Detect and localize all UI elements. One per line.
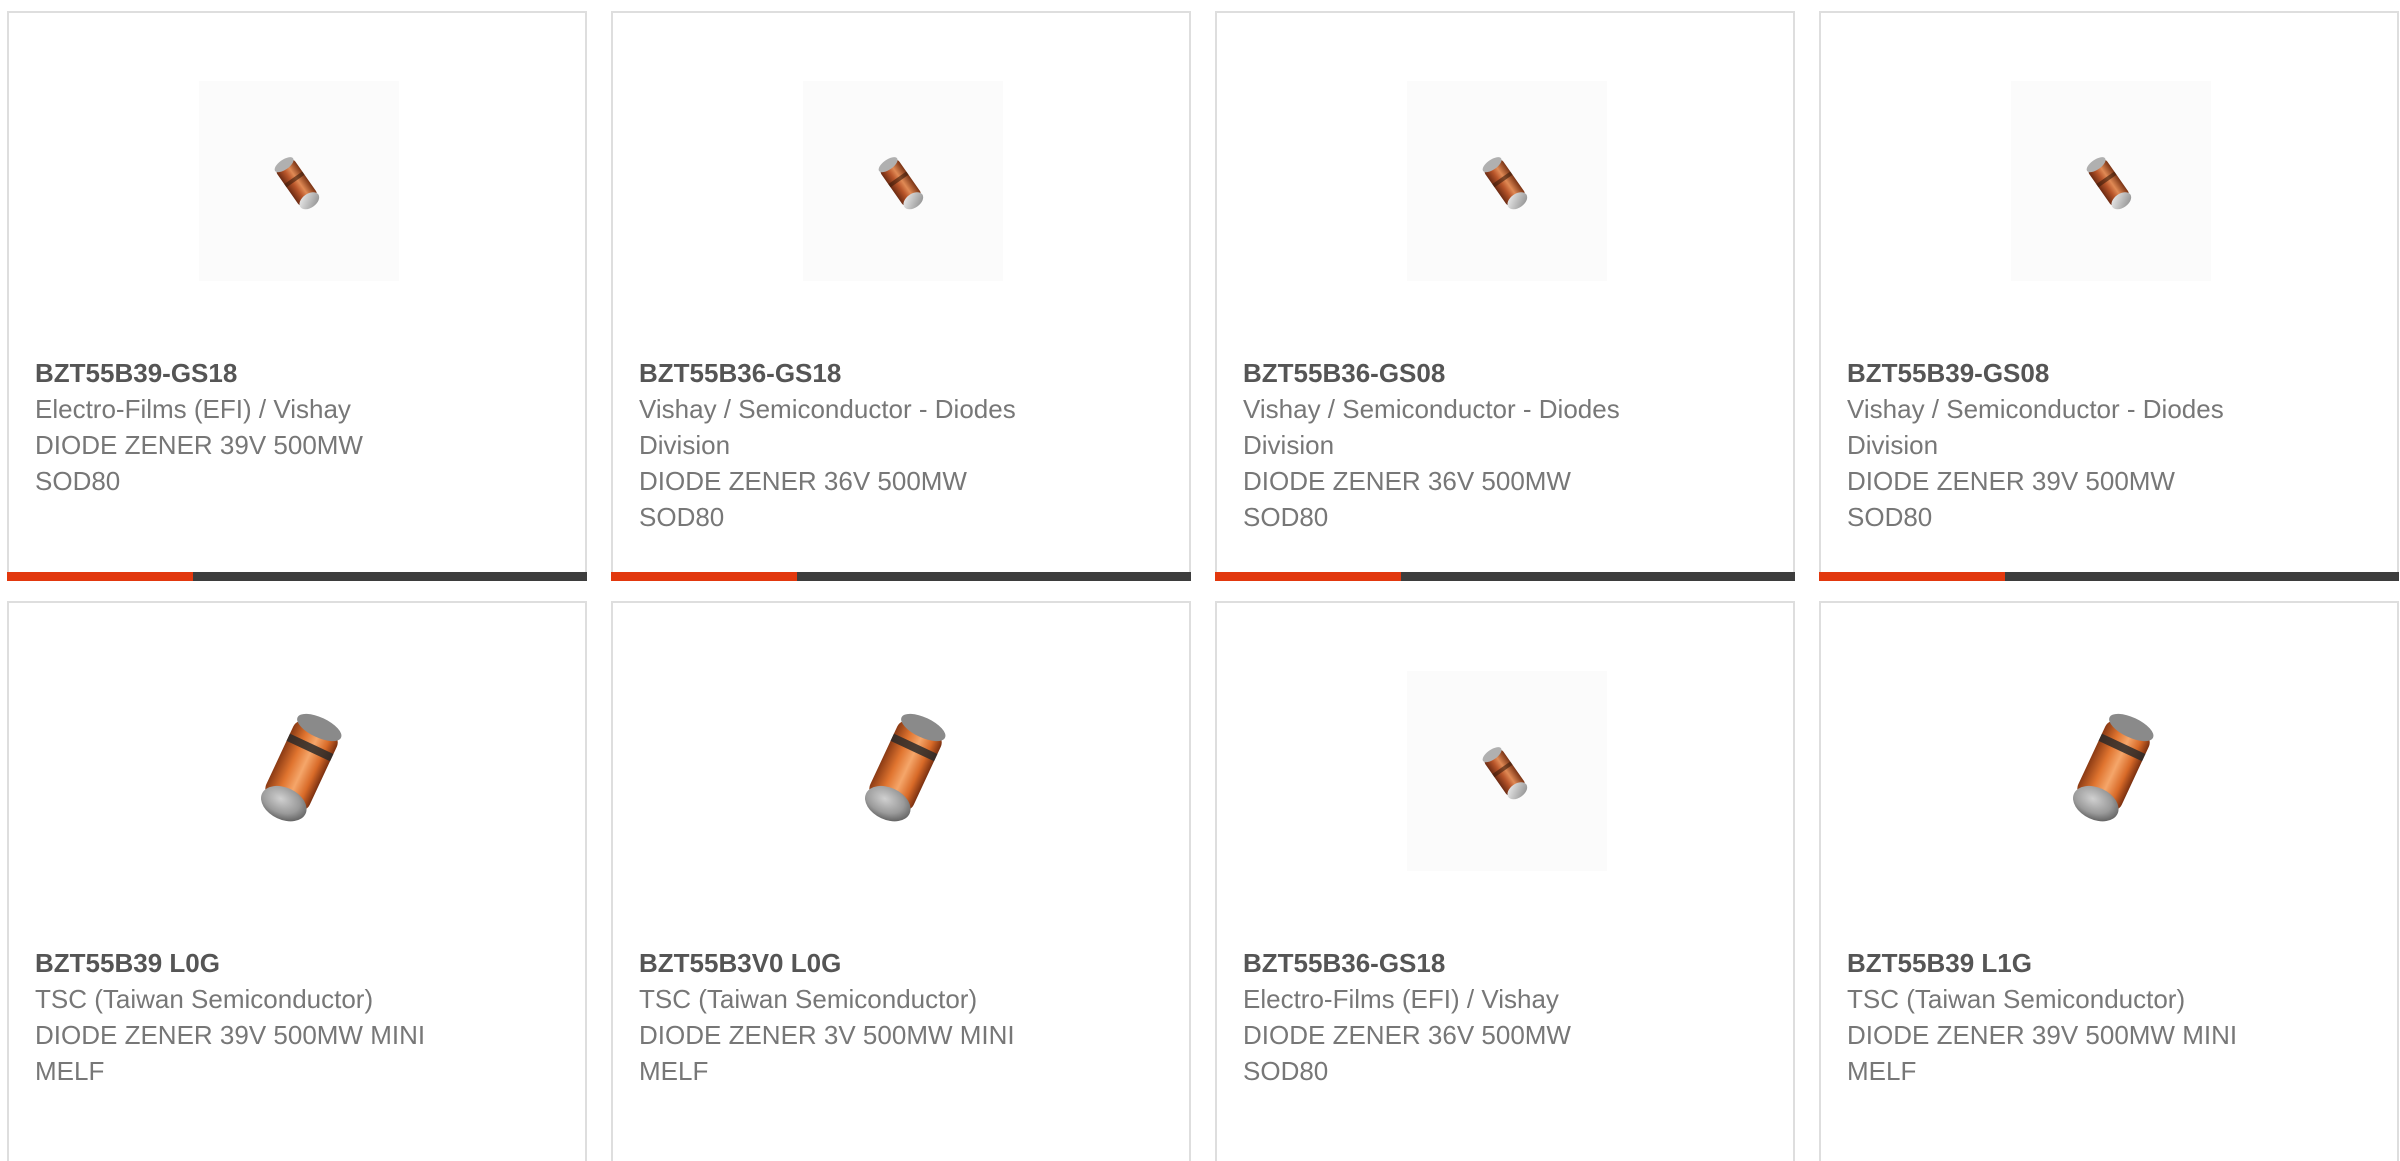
product-grid: BZT55B39-GS18 Electro-Films (EFI) / Vish… <box>0 0 2400 1161</box>
sod80-diode-icon <box>2086 157 2132 210</box>
manufacturer: Electro-Films (EFI) / Vishay <box>1243 984 1559 1014</box>
progress-fill <box>7 572 193 581</box>
sod80-diode-icon <box>1482 747 1528 800</box>
manufacturer: Vishay / Semiconductor - Diodes Division <box>1847 394 2224 460</box>
description: DIODE ZENER 39V 500MW MINI MELF <box>1847 1020 2238 1086</box>
manufacturer: TSC (Taiwan Semiconductor) <box>1847 984 2186 1014</box>
package: SOD80 <box>35 466 121 496</box>
manufacturer: TSC (Taiwan Semiconductor) <box>639 984 978 1014</box>
description: DIODE ZENER 39V 500MW <box>1847 466 2175 496</box>
product-card[interactable]: BZT55B36-GS08 Vishay / Semiconductor - D… <box>1215 11 1795 581</box>
description: DIODE ZENER 39V 500MW <box>35 430 363 460</box>
product-card[interactable]: BZT55B3V0 L0G TSC (Taiwan Semiconductor)… <box>611 601 1191 1161</box>
sod80-diode-icon <box>274 157 320 210</box>
part-number[interactable]: BZT55B36-GS18 <box>1243 945 1663 981</box>
product-image[interactable] <box>199 81 399 281</box>
part-number[interactable]: BZT55B3V0 L0G <box>639 945 1059 981</box>
product-image[interactable] <box>1407 81 1607 281</box>
part-number[interactable]: BZT55B39 L1G <box>1847 945 2267 981</box>
manufacturer: Electro-Films (EFI) / Vishay <box>35 394 351 424</box>
product-card[interactable]: BZT55B36-GS18 Vishay / Semiconductor - D… <box>611 11 1191 581</box>
product-card[interactable]: BZT55B36-GS18 Electro-Films (EFI) / Vish… <box>1215 601 1795 1161</box>
product-image[interactable] <box>2011 671 2211 871</box>
product-image[interactable] <box>1407 671 1607 871</box>
product-image[interactable] <box>2011 81 2211 281</box>
progress-fill <box>1215 572 1401 581</box>
sod80-diode-icon <box>1482 157 1528 210</box>
product-image[interactable] <box>199 671 399 871</box>
manufacturer: Vishay / Semiconductor - Diodes Division <box>639 394 1016 460</box>
product-card[interactable]: BZT55B39-GS08 Vishay / Semiconductor - D… <box>1819 11 2399 581</box>
progress-fill <box>1819 572 2005 581</box>
product-info: BZT55B39 L0G TSC (Taiwan Semiconductor) … <box>35 945 455 1089</box>
package: SOD80 <box>1243 1056 1329 1086</box>
product-info: BZT55B39-GS08 Vishay / Semiconductor - D… <box>1847 355 2267 535</box>
minimelf-diode-icon <box>261 713 342 822</box>
progress-bar <box>611 572 1191 581</box>
minimelf-diode-icon <box>865 713 946 822</box>
product-card[interactable]: BZT55B39-GS18 Electro-Films (EFI) / Vish… <box>7 11 587 581</box>
product-info: BZT55B3V0 L0G TSC (Taiwan Semiconductor)… <box>639 945 1059 1089</box>
progress-bar <box>7 572 587 581</box>
product-info: BZT55B36-GS18 Vishay / Semiconductor - D… <box>639 355 1059 535</box>
product-info: BZT55B39 L1G TSC (Taiwan Semiconductor) … <box>1847 945 2267 1089</box>
description: DIODE ZENER 39V 500MW MINI MELF <box>35 1020 426 1086</box>
sod80-diode-icon <box>878 157 924 210</box>
product-image[interactable] <box>803 671 1003 871</box>
description: DIODE ZENER 36V 500MW <box>639 466 967 496</box>
package: SOD80 <box>639 502 725 532</box>
product-info: BZT55B36-GS08 Vishay / Semiconductor - D… <box>1243 355 1663 535</box>
product-card[interactable]: BZT55B39 L1G TSC (Taiwan Semiconductor) … <box>1819 601 2399 1161</box>
part-number[interactable]: BZT55B39-GS08 <box>1847 355 2267 391</box>
product-info: BZT55B39-GS18 Electro-Films (EFI) / Vish… <box>35 355 455 499</box>
part-number[interactable]: BZT55B39 L0G <box>35 945 455 981</box>
package: SOD80 <box>1847 502 1933 532</box>
product-image[interactable] <box>803 81 1003 281</box>
manufacturer: Vishay / Semiconductor - Diodes Division <box>1243 394 1620 460</box>
description: DIODE ZENER 36V 500MW <box>1243 1020 1571 1050</box>
part-number[interactable]: BZT55B39-GS18 <box>35 355 455 391</box>
manufacturer: TSC (Taiwan Semiconductor) <box>35 984 374 1014</box>
progress-fill <box>611 572 797 581</box>
description: DIODE ZENER 3V 500MW MINI MELF <box>639 1020 1015 1086</box>
progress-bar <box>1819 572 2399 581</box>
product-info: BZT55B36-GS18 Electro-Films (EFI) / Vish… <box>1243 945 1663 1089</box>
product-card[interactable]: BZT55B39 L0G TSC (Taiwan Semiconductor) … <box>7 601 587 1161</box>
description: DIODE ZENER 36V 500MW <box>1243 466 1571 496</box>
part-number[interactable]: BZT55B36-GS08 <box>1243 355 1663 391</box>
progress-bar <box>1215 572 1795 581</box>
part-number[interactable]: BZT55B36-GS18 <box>639 355 1059 391</box>
package: SOD80 <box>1243 502 1329 532</box>
minimelf-diode-icon <box>2073 713 2154 822</box>
